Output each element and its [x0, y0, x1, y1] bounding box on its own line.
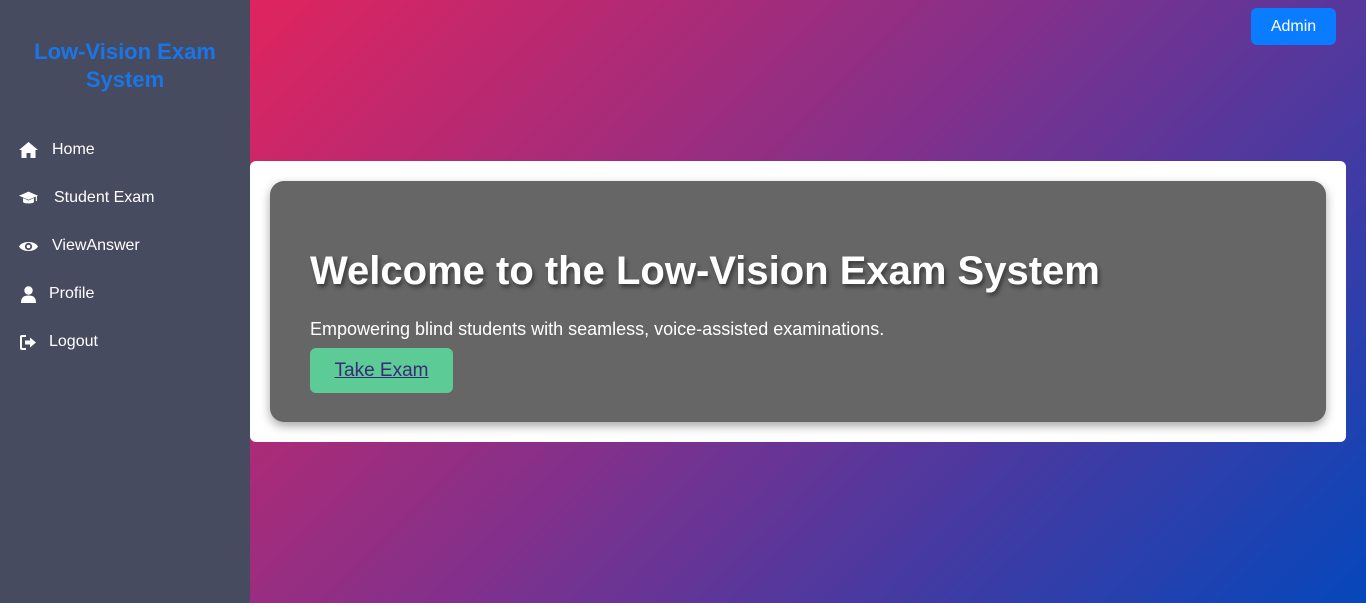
sidebar-item-home[interactable]: Home	[0, 126, 250, 174]
hero-subtitle: Empowering blind students with seamless,…	[310, 319, 885, 339]
sign-out-icon	[19, 333, 38, 351]
sidebar-item-label: Profile	[49, 285, 95, 302]
welcome-card: Welcome to the Low-Vision Exam System Em…	[250, 161, 1346, 442]
sidebar-item-student-exam[interactable]: Student Exam	[0, 174, 250, 222]
sidebar-item-profile[interactable]: Profile	[0, 270, 250, 318]
hero-title: Welcome to the Low-Vision Exam System	[310, 249, 1100, 293]
eye-icon	[19, 237, 38, 255]
sidebar-nav: Home Student Exam ViewAnswer Profile Log…	[0, 126, 250, 366]
sidebar-item-view-answer[interactable]: ViewAnswer	[0, 222, 250, 270]
sidebar-item-label: Student Exam	[54, 189, 155, 206]
main-content: Admin Welcome to the Low-Vision Exam Sys…	[250, 0, 1366, 603]
take-exam-button[interactable]: Take Exam	[310, 348, 453, 393]
sidebar-item-label: Logout	[49, 333, 98, 350]
sidebar-item-logout[interactable]: Logout	[0, 318, 250, 366]
admin-button[interactable]: Admin	[1251, 8, 1336, 45]
brand-title: Low-Vision Exam System	[34, 39, 216, 92]
sidebar: Low-Vision Exam System Home Student Exam	[0, 0, 250, 603]
user-icon	[19, 285, 38, 303]
hero-banner: Welcome to the Low-Vision Exam System Em…	[270, 181, 1326, 422]
sidebar-item-label: ViewAnswer	[52, 237, 140, 254]
graduation-cap-icon	[19, 189, 38, 207]
home-icon	[19, 141, 38, 159]
sidebar-item-label: Home	[52, 141, 95, 158]
